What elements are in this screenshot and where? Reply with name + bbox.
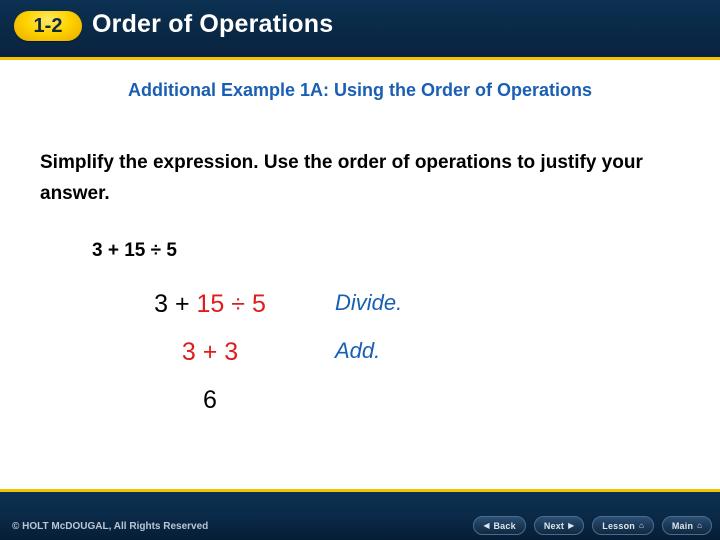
back-button[interactable]: ◀ Back <box>473 516 526 535</box>
header-accent-rule <box>0 57 720 60</box>
solution-final-answer: 6 <box>203 386 217 414</box>
worked-solution: 3 + 15 ÷ 5 Divide. 3 + 3 Add. 6 <box>110 290 510 434</box>
solution-step-row: 3 + 3 Add. <box>110 338 510 386</box>
next-button[interactable]: Next ▶ <box>533 516 585 535</box>
step-highlight: 15 ÷ 5 <box>196 290 266 318</box>
navigation-bar: ◀ Back Next ▶ Lesson ⌂ Main ⌂ <box>473 516 712 535</box>
lesson-number-label: 1-2 <box>33 15 63 37</box>
chevron-right-icon: ▶ <box>568 520 575 530</box>
lesson-number-badge: 1-2 <box>14 11 82 41</box>
solution-step-row: 6 <box>110 386 510 434</box>
lesson-button[interactable]: Lesson ⌂ <box>592 516 654 535</box>
step-highlight: 3 + 3 <box>181 338 239 366</box>
problem-expression: 3 + 15 ÷ 5 <box>92 240 177 261</box>
solution-step-note: Add. <box>335 338 381 363</box>
main-button[interactable]: Main ⌂ <box>661 516 712 535</box>
next-button-label: Next <box>543 520 565 531</box>
example-heading: Additional Example 1A: Using the Order o… <box>127 80 593 100</box>
main-button-label: Main <box>671 520 694 531</box>
slide: 1-2 Order of Operations Additional Examp… <box>0 0 720 540</box>
home-icon: ⌂ <box>697 520 702 530</box>
solution-step-note: Divide. <box>335 290 403 315</box>
chevron-left-icon: ◀ <box>483 520 490 530</box>
lesson-button-label: Lesson <box>602 520 635 531</box>
step-lead: 3 + <box>154 290 197 318</box>
solution-step-row: 3 + 15 ÷ 5 Divide. <box>110 290 510 338</box>
home-icon: ⌂ <box>639 520 644 530</box>
solution-step-expression: 3 + 15 ÷ 5 <box>110 290 310 319</box>
solution-step-expression: 3 + 3 <box>110 338 310 367</box>
instruction-text: Simplify the expression. Use the order o… <box>40 152 643 204</box>
copyright-text: © HOLT McDOUGAL, All Rights Reserved <box>12 521 209 532</box>
back-button-label: Back <box>493 520 516 531</box>
page-title: Order of Operations <box>92 10 334 38</box>
